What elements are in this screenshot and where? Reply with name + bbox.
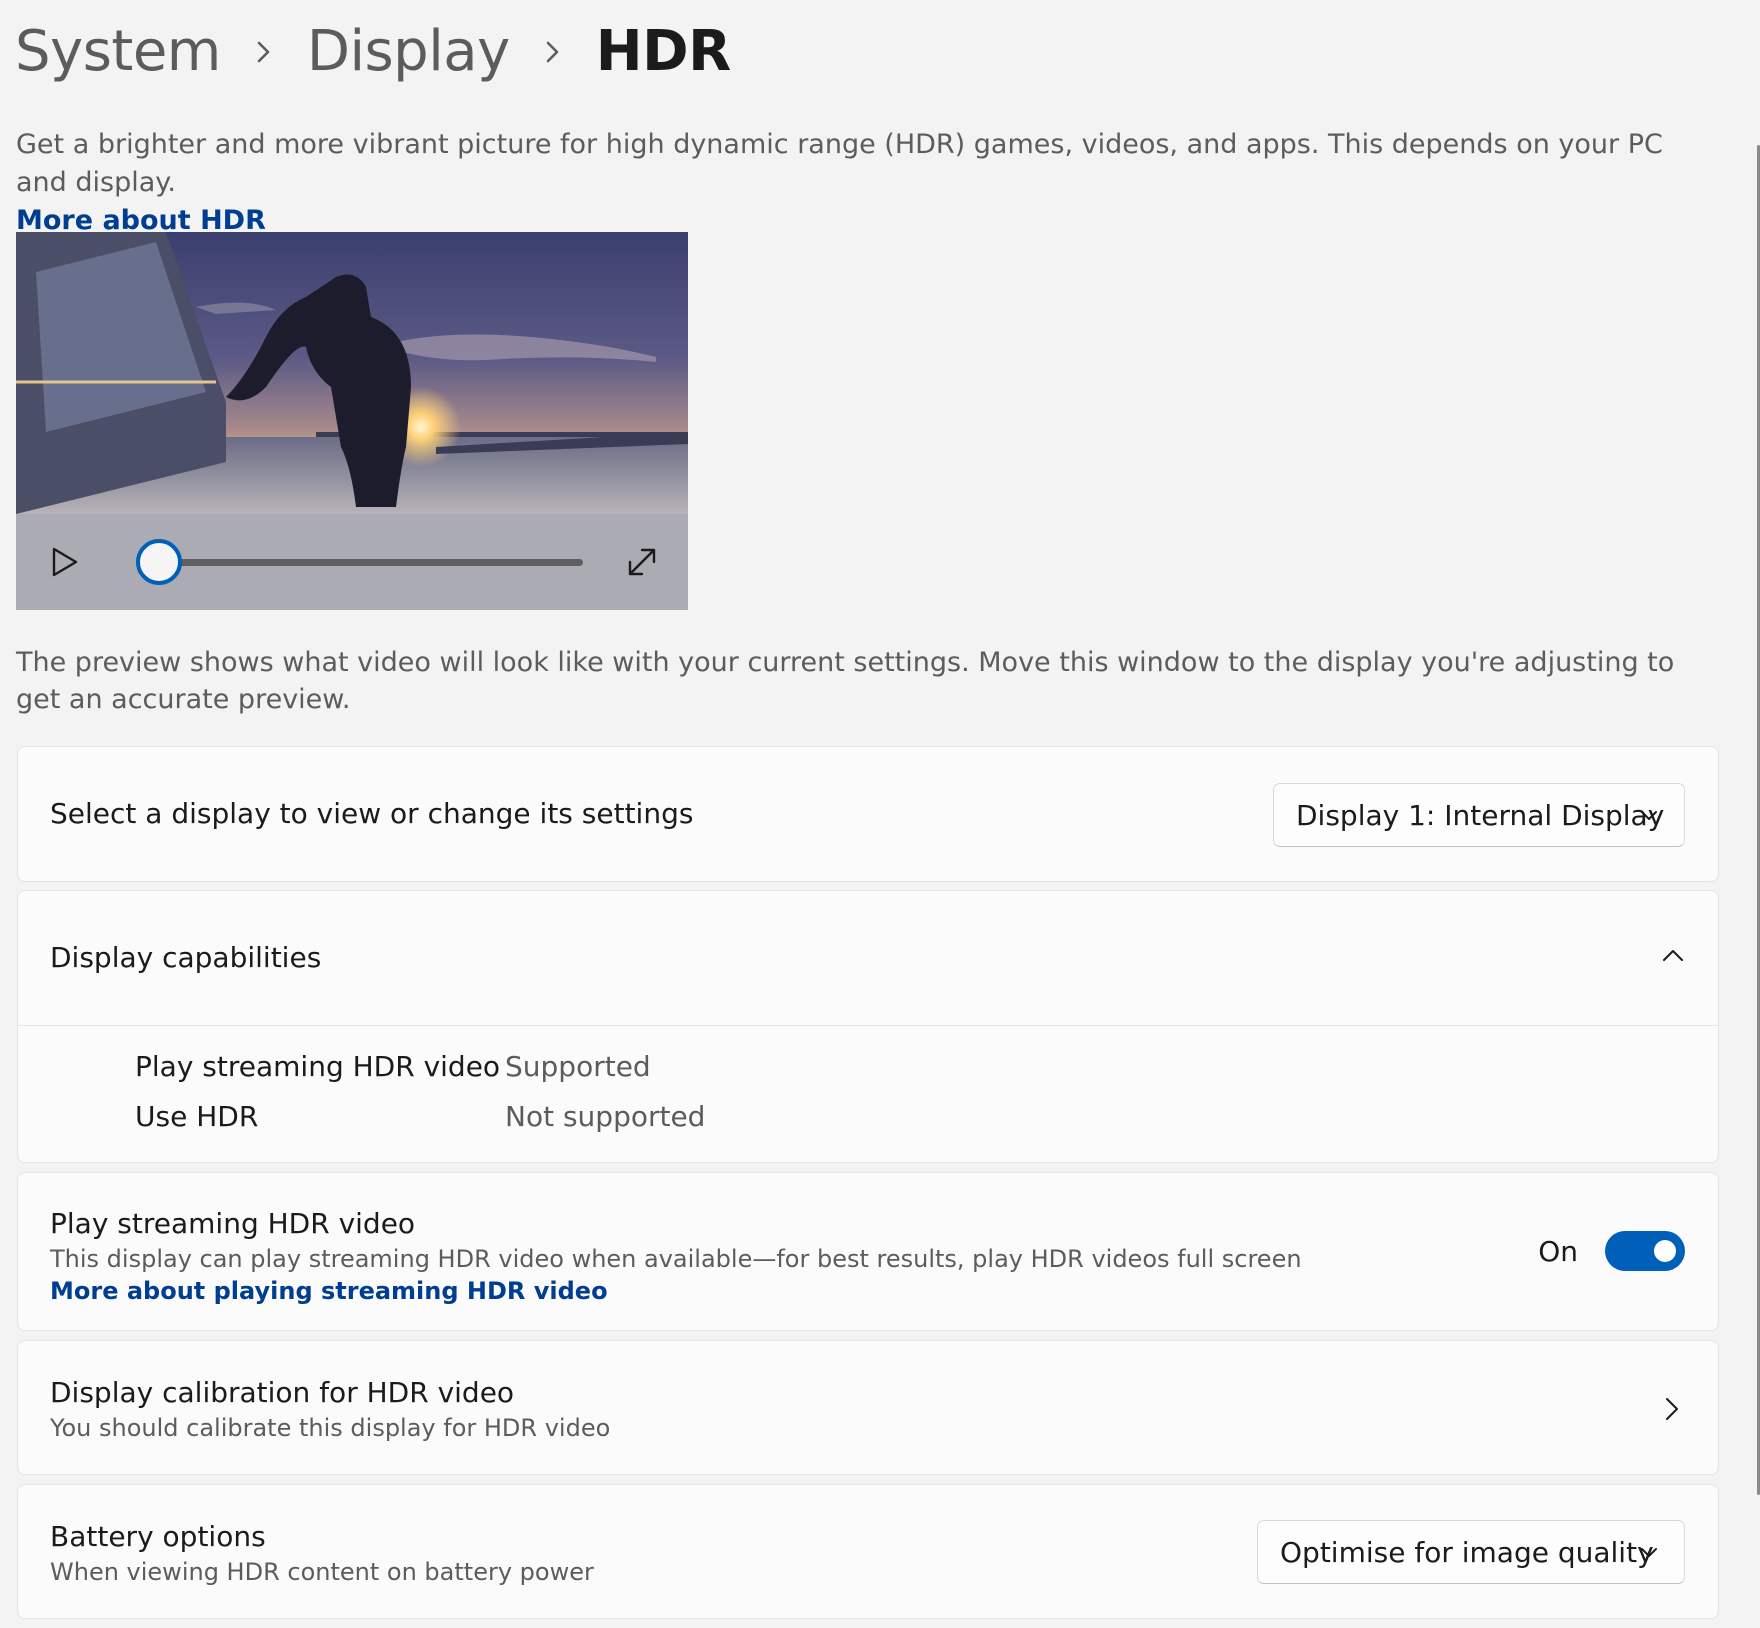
chevron-right-icon xyxy=(510,38,596,66)
intro-description: Get a brighter and more vibrant picture … xyxy=(16,126,1716,240)
breadcrumb: System Display HDR xyxy=(15,18,731,86)
streaming-title: Play streaming HDR video xyxy=(50,1207,416,1240)
capability-status: Supported xyxy=(505,1050,651,1083)
video-frame-image xyxy=(16,232,688,514)
battery-options-card: Battery options When viewing HDR content… xyxy=(17,1484,1719,1619)
capability-name: Play streaming HDR video xyxy=(135,1050,501,1083)
display-capabilities-card: Display capabilities Play streaming HDR … xyxy=(17,890,1719,1163)
fullscreen-icon[interactable] xyxy=(624,544,660,580)
video-controls xyxy=(16,514,688,610)
calibration-title: Display calibration for HDR video xyxy=(50,1376,515,1409)
streaming-hdr-card: Play streaming HDR video This display ca… xyxy=(17,1172,1719,1331)
divider xyxy=(18,1025,1718,1026)
capability-name: Use HDR xyxy=(135,1100,259,1133)
calibration-card[interactable]: Display calibration for HDR video You sh… xyxy=(17,1340,1719,1475)
calibration-subtitle: You should calibrate this display for HD… xyxy=(50,1414,611,1442)
streaming-hdr-toggle[interactable] xyxy=(1605,1231,1685,1271)
streaming-description-text: This display can play streaming HDR vide… xyxy=(50,1245,1302,1273)
battery-title: Battery options xyxy=(50,1520,266,1553)
intro-text: Get a brighter and more vibrant picture … xyxy=(16,129,1663,198)
toggle-knob xyxy=(1654,1240,1676,1262)
streaming-description: This display can play streaming HDR vide… xyxy=(50,1243,1350,1307)
battery-options-dropdown[interactable]: Optimise for image quality xyxy=(1257,1520,1685,1584)
display-select-dropdown[interactable]: Display 1: Internal Display xyxy=(1273,783,1685,847)
preview-note: The preview shows what video will look l… xyxy=(16,647,1675,715)
page-title: HDR xyxy=(595,19,731,84)
breadcrumb-system[interactable]: System xyxy=(15,18,221,86)
chevron-up-icon[interactable] xyxy=(1660,943,1686,969)
chevron-right-icon xyxy=(221,38,307,66)
seek-bar[interactable] xyxy=(159,559,583,566)
battery-options-value: Optimise for image quality xyxy=(1280,1535,1654,1569)
chevron-right-icon xyxy=(1666,1398,1678,1420)
battery-subtitle: When viewing HDR content on battery powe… xyxy=(50,1558,594,1586)
toggle-state-label: On xyxy=(1538,1235,1578,1268)
select-display-label: Select a display to view or change its s… xyxy=(50,797,694,830)
seek-thumb[interactable] xyxy=(136,539,182,585)
select-display-card: Select a display to view or change its s… xyxy=(17,746,1719,882)
more-about-streaming-hdr-link[interactable]: More about playing streaming HDR video xyxy=(50,1277,608,1305)
chevron-down-icon xyxy=(1641,1548,1657,1557)
capabilities-title: Display capabilities xyxy=(50,941,322,974)
chevron-down-icon xyxy=(1641,811,1657,820)
display-select-value: Display 1: Internal Display xyxy=(1296,798,1665,832)
play-icon[interactable] xyxy=(48,544,82,580)
hdr-video-preview[interactable] xyxy=(16,232,688,610)
breadcrumb-display[interactable]: Display xyxy=(307,18,510,86)
capability-status: Not supported xyxy=(505,1100,706,1133)
capabilities-header[interactable]: Display capabilities xyxy=(18,891,1718,1025)
